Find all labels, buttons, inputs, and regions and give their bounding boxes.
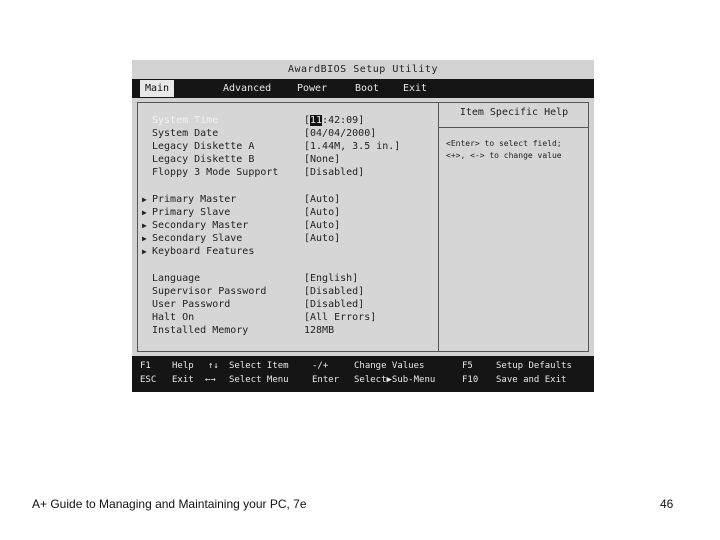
help-title: Item Specific Help <box>459 107 569 118</box>
setting-legacy-diskette-b[interactable]: Legacy Diskette B [None] <box>132 153 432 166</box>
setting-language[interactable]: Language [English] <box>132 272 432 285</box>
setting-label: Halt On <box>152 312 195 323</box>
setting-label: Keyboard Features <box>152 246 255 257</box>
help-divider <box>439 127 589 128</box>
key-minus-plus: -/+ <box>312 361 329 371</box>
setting-value: 128MB <box>304 325 335 336</box>
submenu-secondary-slave[interactable]: ▶ Secondary Slave [Auto] <box>132 232 432 245</box>
menu-exit[interactable]: Exit <box>398 80 432 97</box>
setting-value[interactable]: [English] <box>304 272 358 285</box>
slide-page-number: 46 <box>660 497 674 511</box>
submenu-arrow-icon: ▶ <box>142 247 147 256</box>
setting-value[interactable]: [None] <box>304 153 340 166</box>
setting-floppy-3-mode[interactable]: Floppy 3 Mode Support [Disabled] <box>132 166 432 179</box>
setting-system-date[interactable]: System Date [04/04/2000] <box>132 127 432 140</box>
key-left-right: ←→ <box>205 375 216 385</box>
setting-value[interactable]: [Auto] <box>304 193 340 206</box>
setting-value[interactable]: [04/04/2000] <box>304 127 376 140</box>
setting-label: Primary Slave <box>152 207 231 218</box>
key-f10: F10 <box>462 375 479 385</box>
setting-label: Supervisor Password <box>152 286 267 297</box>
setting-halt-on[interactable]: Halt On [All Errors] <box>132 311 432 324</box>
setting-value-rest: :42:09] <box>322 115 365 126</box>
key-enter: Enter <box>312 375 340 385</box>
submenu-arrow-icon: ▶ <box>142 221 147 230</box>
slide-footer-text: A+ Guide to Managing and Maintaining you… <box>32 497 307 511</box>
key-up-down-action: Select Item <box>229 361 289 371</box>
bios-setup-screen: AwardBIOS Setup Utility Main Advanced Po… <box>132 60 594 392</box>
submenu-primary-master[interactable]: ▶ Primary Master [Auto] <box>132 193 432 206</box>
key-legend-bar: F1 Help ↑↓ Select Item -/+ Change Values… <box>132 356 594 392</box>
help-line: <+>, <-> to change value <box>446 151 562 160</box>
bios-title: AwardBIOS Setup Utility <box>288 64 438 75</box>
setting-supervisor-password[interactable]: Supervisor Password [Disabled] <box>132 285 432 298</box>
key-f5-action: Setup Defaults <box>496 361 572 371</box>
menu-advanced[interactable]: Advanced <box>218 80 276 97</box>
submenu-keyboard-features[interactable]: ▶ Keyboard Features <box>132 245 432 258</box>
setting-label: System Time <box>152 115 219 126</box>
setting-label: Primary Master <box>152 194 237 205</box>
key-up-down: ↑↓ <box>208 361 219 371</box>
setting-label: Language <box>152 273 201 284</box>
setting-value[interactable]: [Disabled] <box>304 166 364 179</box>
setting-label: Secondary Slave <box>152 233 243 244</box>
setting-value[interactable]: [All Errors] <box>304 311 376 324</box>
key-f5: F5 <box>462 361 473 371</box>
setting-installed-memory: Installed Memory 128MB <box>132 324 432 337</box>
help-line: <Enter> to select field; <box>446 139 562 148</box>
setting-value[interactable]: [Disabled] <box>304 285 364 298</box>
setting-value[interactable]: [Disabled] <box>304 298 364 311</box>
submenu-secondary-master[interactable]: ▶ Secondary Master [Auto] <box>132 219 432 232</box>
setting-value[interactable]: [1.44M, 3.5 in.] <box>304 140 400 153</box>
setting-value[interactable]: [Auto] <box>304 219 340 232</box>
panel-divider <box>438 102 439 352</box>
setting-value[interactable]: [Auto] <box>304 206 340 219</box>
key-f10-action: Save and Exit <box>496 375 567 385</box>
setting-user-password[interactable]: User Password [Disabled] <box>132 298 432 311</box>
key-enter-action: Select▶Sub-Menu <box>354 375 436 385</box>
key-left-right-action: Select Menu <box>229 375 289 385</box>
setting-value[interactable]: [11:42:09] <box>304 114 364 127</box>
submenu-primary-slave[interactable]: ▶ Primary Slave [Auto] <box>132 206 432 219</box>
edit-cursor[interactable]: 11 <box>310 115 323 126</box>
setting-label: Floppy 3 Mode Support <box>152 167 279 178</box>
setting-label: Installed Memory <box>152 325 249 336</box>
bios-menu-bar: Main Advanced Power Boot Exit <box>132 79 594 98</box>
setting-label: Legacy Diskette B <box>152 154 255 165</box>
menu-power[interactable]: Power <box>292 80 332 97</box>
setting-label: User Password <box>152 299 231 310</box>
setting-label: Secondary Master <box>152 220 249 231</box>
setting-value[interactable]: [Auto] <box>304 232 340 245</box>
submenu-arrow-icon: ▶ <box>142 195 147 204</box>
key-esc: ESC <box>140 375 157 385</box>
submenu-arrow-icon: ▶ <box>142 234 147 243</box>
setting-label: System Date <box>152 128 219 139</box>
menu-boot[interactable]: Boot <box>350 80 384 97</box>
setting-label: Legacy Diskette A <box>152 141 255 152</box>
setting-legacy-diskette-a[interactable]: Legacy Diskette A [1.44M, 3.5 in.] <box>132 140 432 153</box>
key-f1: F1 <box>140 361 151 371</box>
setting-system-time[interactable]: System Time [11:42:09] <box>132 114 432 127</box>
key-f1-action: Help <box>172 361 194 371</box>
key-minus-plus-action: Change Values <box>354 361 425 371</box>
key-esc-action: Exit <box>172 375 194 385</box>
submenu-arrow-icon: ▶ <box>142 208 147 217</box>
menu-main[interactable]: Main <box>140 80 175 97</box>
